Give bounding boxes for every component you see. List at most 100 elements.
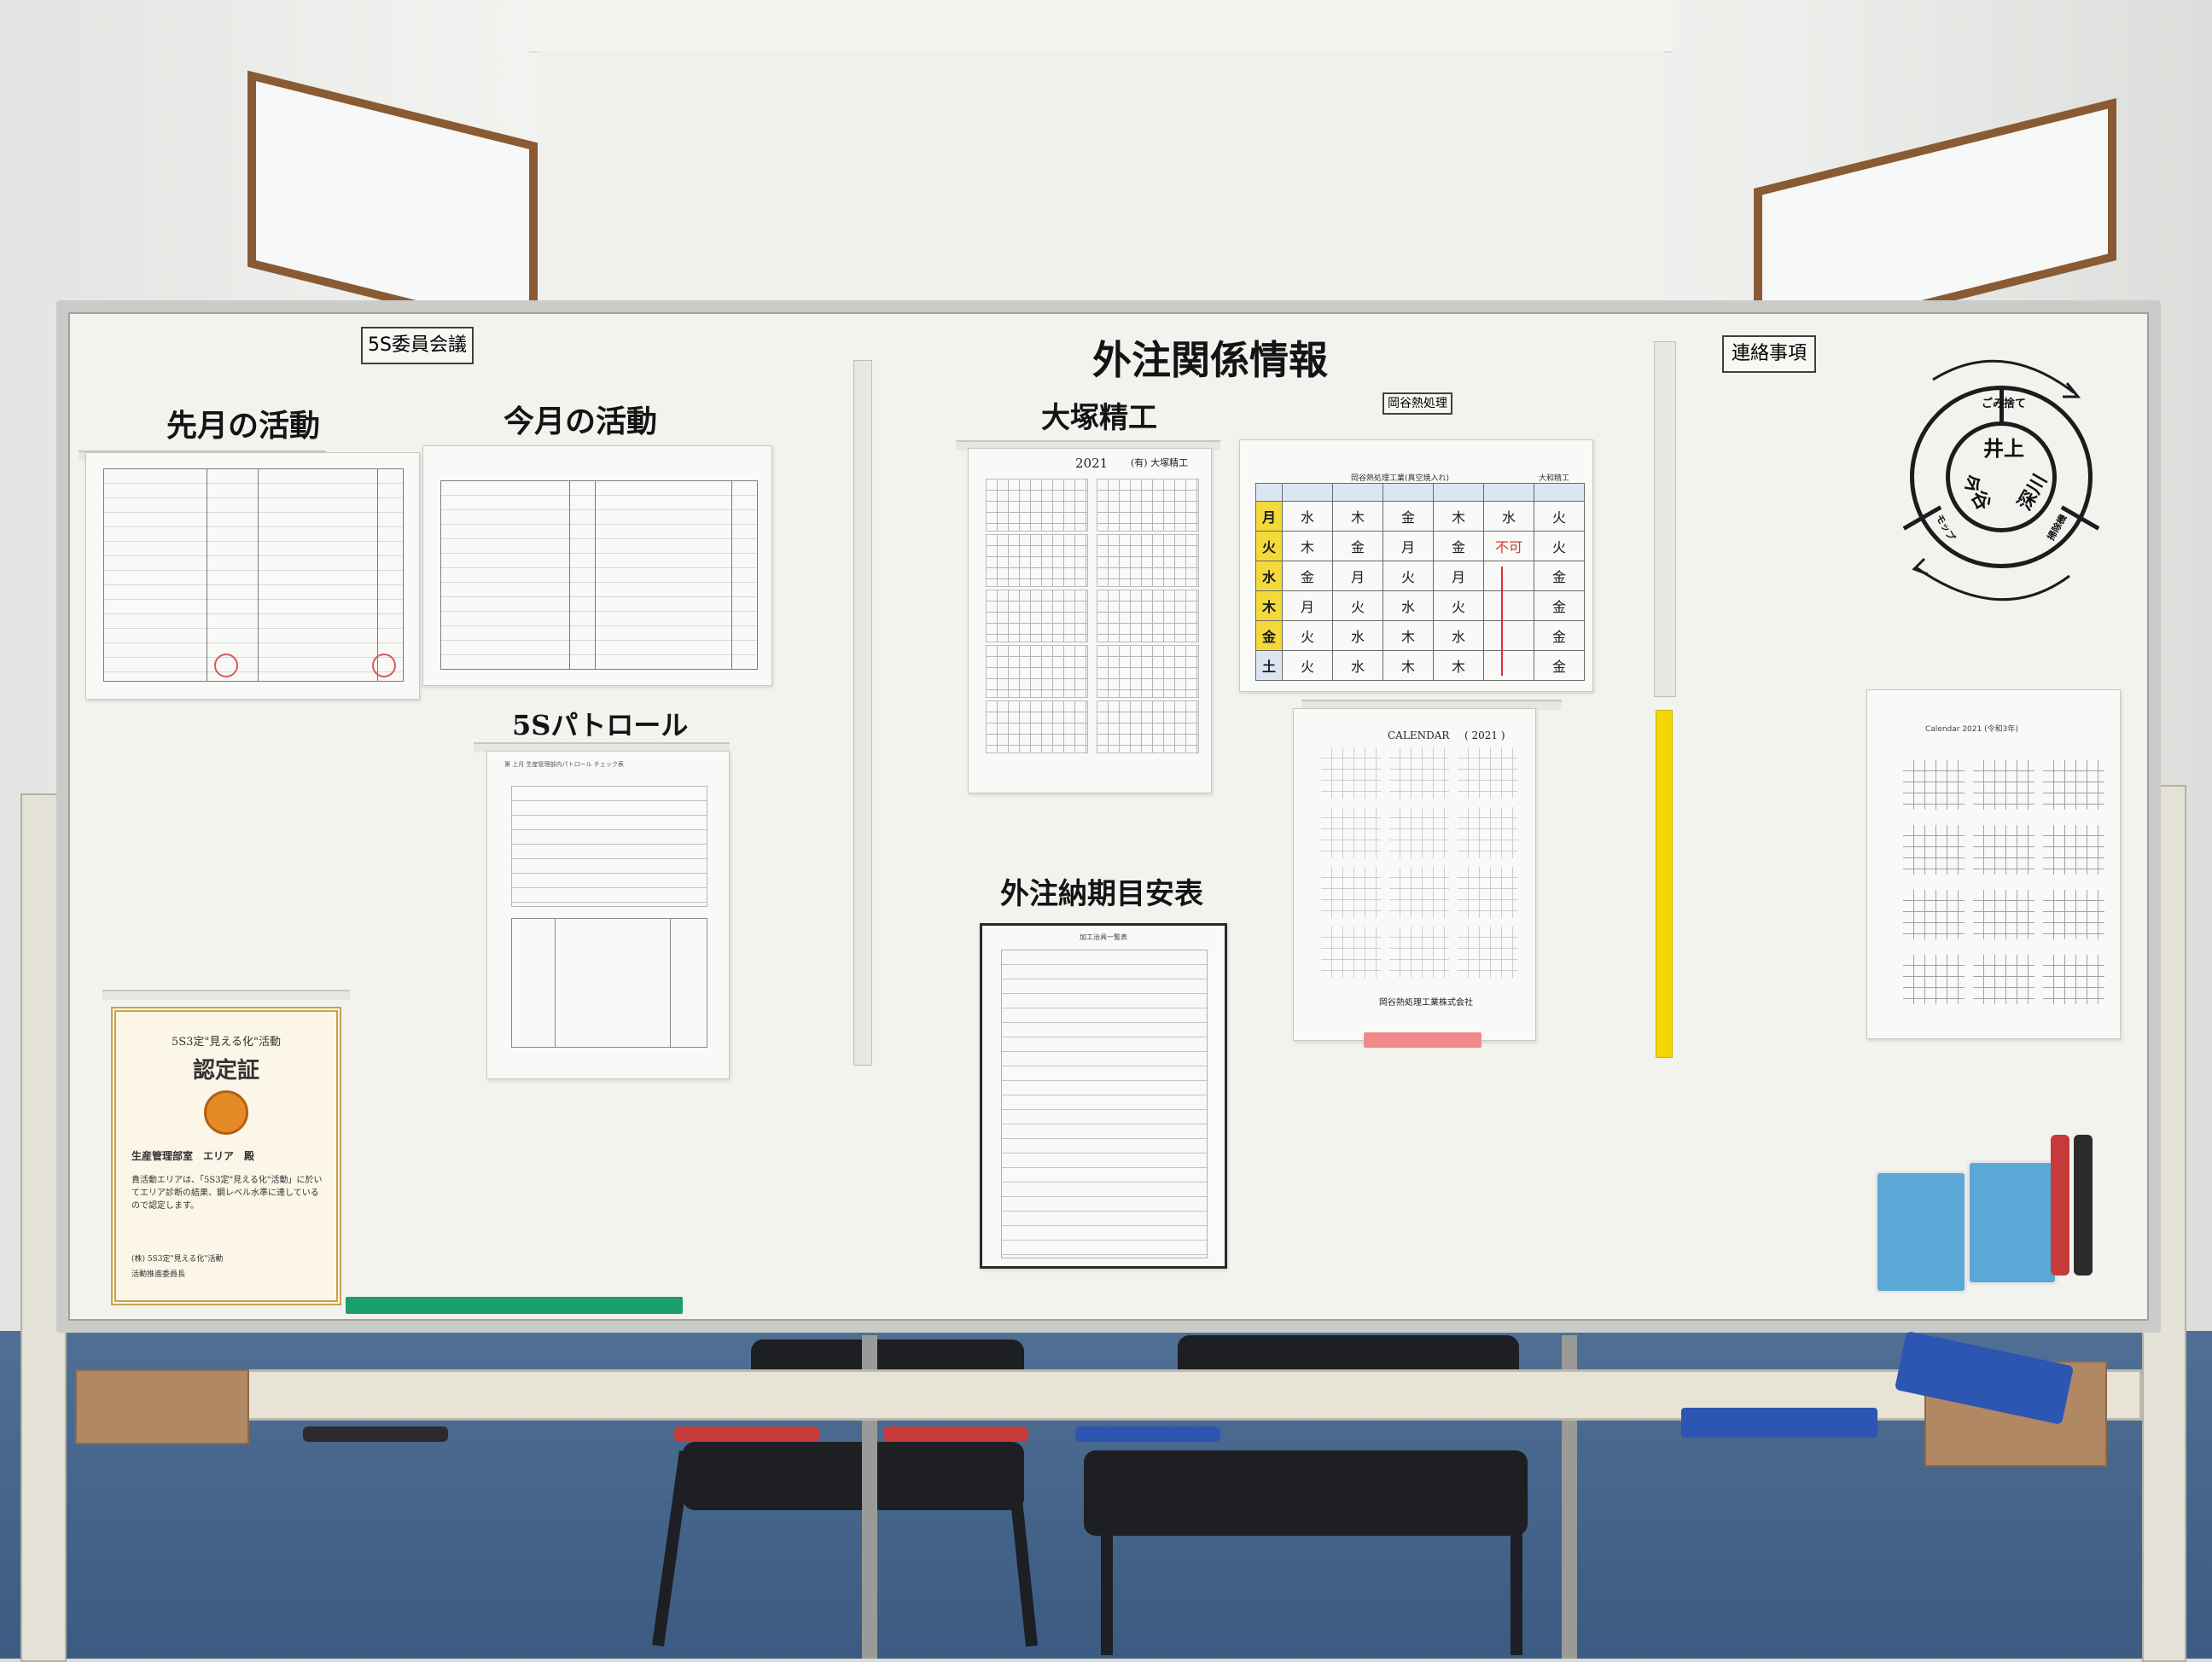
table-cell: 月 bbox=[1282, 590, 1333, 621]
table-cell: 金 bbox=[1534, 620, 1585, 651]
certificate-title: 認定証 bbox=[192, 1058, 259, 1084]
table-cell bbox=[1534, 483, 1585, 502]
table-cell: 金 bbox=[1382, 501, 1434, 532]
table-cell: 火 bbox=[1534, 501, 1585, 532]
calendar-month bbox=[1097, 645, 1199, 698]
table-row: 土 火 水 木 木 金 bbox=[1255, 650, 1585, 681]
calendar-month bbox=[2043, 825, 2104, 875]
patrol-sheet-title: 第 上月 生産管理部内パトロール チェック表 bbox=[504, 761, 624, 768]
table-cell: 火 bbox=[1282, 650, 1333, 681]
chair-leg bbox=[1101, 1485, 1113, 1655]
table-cell: 金 bbox=[1433, 531, 1484, 561]
cardboard-box bbox=[75, 1369, 249, 1444]
table-cell: 火 bbox=[1433, 590, 1484, 621]
red-magnet bbox=[1364, 1032, 1481, 1048]
otsuka-heading: 大塚精工 bbox=[1041, 401, 1157, 435]
okaya-schedule-table: 月 水 木 金 木 水 火 火 木 金 月 金 不可 火 水 金 月 火 月 金… bbox=[1255, 483, 1585, 681]
table-cell: 火 bbox=[1534, 531, 1585, 561]
delivery-heading: 外注納期目安表 bbox=[1000, 877, 1203, 911]
calendar-month bbox=[2043, 760, 2104, 810]
table-row: 木 月 火 水 火 金 bbox=[1255, 590, 1585, 621]
sheet-col bbox=[258, 469, 259, 681]
contact-label: 連絡事項 bbox=[1722, 335, 1816, 373]
table-cell: 木 bbox=[1332, 501, 1383, 532]
sheet-col bbox=[670, 919, 671, 1047]
otsuka-calendar-company: (有) 大塚精工 bbox=[1131, 457, 1189, 468]
calendar-month bbox=[1903, 760, 1965, 810]
row-day: 月 bbox=[1255, 501, 1283, 532]
marker-red[interactable] bbox=[2051, 1135, 2069, 1276]
table-cell: 木 bbox=[1282, 531, 1333, 561]
stamp bbox=[214, 654, 238, 677]
table-cell: 水 bbox=[1332, 620, 1383, 651]
table-row: 月 水 木 金 木 水 火 bbox=[1255, 501, 1585, 532]
sheet-table bbox=[440, 480, 758, 670]
patrol-heading: 5Sパトロール bbox=[512, 709, 689, 741]
sheet-rows bbox=[441, 481, 757, 669]
calendar-month bbox=[1097, 590, 1199, 642]
marker-blue[interactable] bbox=[1075, 1427, 1220, 1442]
table-cell: 金 bbox=[1332, 531, 1383, 561]
calendar-month bbox=[1973, 955, 2034, 1004]
table-cell: 水 bbox=[1382, 590, 1434, 621]
certificate-issuer: (株) 5S3定"見える化"活動 bbox=[131, 1255, 224, 1264]
table-cell: 火 bbox=[1382, 561, 1434, 591]
notes-table bbox=[511, 918, 707, 1048]
calendar-month bbox=[1903, 825, 1965, 875]
calendar-month bbox=[1973, 760, 2034, 810]
last-month-heading: 先月の活動 bbox=[166, 408, 321, 444]
table-row: 水 金 月 火 月 金 bbox=[1255, 561, 1585, 591]
back-wall bbox=[538, 51, 1664, 307]
okaya-schedule-vendor: 大和精工 bbox=[1539, 474, 1570, 483]
calendar-month bbox=[1458, 867, 1517, 918]
table-cell: 水 bbox=[1332, 650, 1383, 681]
sheet-col bbox=[377, 469, 378, 681]
divider-strip bbox=[1654, 341, 1676, 697]
calendar-month bbox=[1321, 927, 1381, 978]
marker-red[interactable] bbox=[674, 1427, 819, 1442]
okaya-schedule-title: 岡谷熱処理工業(真空焼入れ) bbox=[1351, 474, 1450, 483]
medal-icon bbox=[204, 1090, 248, 1135]
table-cell: 火 bbox=[1282, 620, 1333, 651]
red-arrow-line bbox=[1501, 567, 1503, 676]
table-cell: 火 bbox=[1332, 590, 1383, 621]
row-day: 火 bbox=[1255, 531, 1283, 561]
calendar-month bbox=[1097, 479, 1199, 532]
certificate-body: 貴活動エリアは、「5S3定"見える化"活動」に於いてエリア診断の結果、鋼レベル水… bbox=[131, 1176, 323, 1211]
delivery-table bbox=[1001, 950, 1208, 1258]
table-cell bbox=[1255, 483, 1283, 502]
table-cell: 木 bbox=[1382, 620, 1434, 651]
eraser[interactable] bbox=[1875, 1171, 1967, 1293]
okaya-calendar-title: CALENDAR bbox=[1388, 729, 1450, 741]
stamp bbox=[372, 654, 396, 677]
calendar-month bbox=[2043, 955, 2104, 1004]
row-day: 水 bbox=[1255, 561, 1283, 591]
this-month-sheet bbox=[422, 445, 772, 686]
calendar-month bbox=[1903, 890, 1965, 939]
sheet-rows bbox=[104, 469, 403, 681]
calendar-month bbox=[1389, 927, 1449, 978]
certificate-signer: 活動推進委員長 bbox=[131, 1270, 186, 1279]
okaya-calendar-company: 岡谷熱処理工業株式会社 bbox=[1379, 998, 1473, 1008]
magnet-strip bbox=[102, 990, 350, 1000]
calendar-month bbox=[986, 534, 1088, 587]
table-cell: 月 bbox=[1433, 561, 1484, 591]
table-cell bbox=[1483, 590, 1534, 621]
otsuka-calendar-year: 2021 bbox=[1075, 456, 1109, 471]
marker-black[interactable] bbox=[303, 1427, 448, 1442]
sheet-table bbox=[103, 468, 404, 682]
calendar-month bbox=[1903, 955, 1965, 1004]
marker-red[interactable] bbox=[883, 1427, 1028, 1442]
calendar-month bbox=[1458, 807, 1517, 858]
divider-strip bbox=[853, 360, 872, 1066]
calendar-month bbox=[2043, 890, 2104, 939]
marker-black[interactable] bbox=[2074, 1135, 2093, 1276]
eraser[interactable] bbox=[1967, 1160, 2058, 1285]
sheet-col bbox=[595, 481, 596, 669]
table-row: 金 火 水 木 水 金 bbox=[1255, 620, 1585, 651]
table-cell: 月 bbox=[1332, 561, 1383, 591]
calendar-month bbox=[1321, 867, 1381, 918]
calendar-month bbox=[1458, 927, 1517, 978]
rotation-arrows-icon bbox=[1912, 359, 2081, 601]
calendar-month bbox=[986, 645, 1088, 698]
